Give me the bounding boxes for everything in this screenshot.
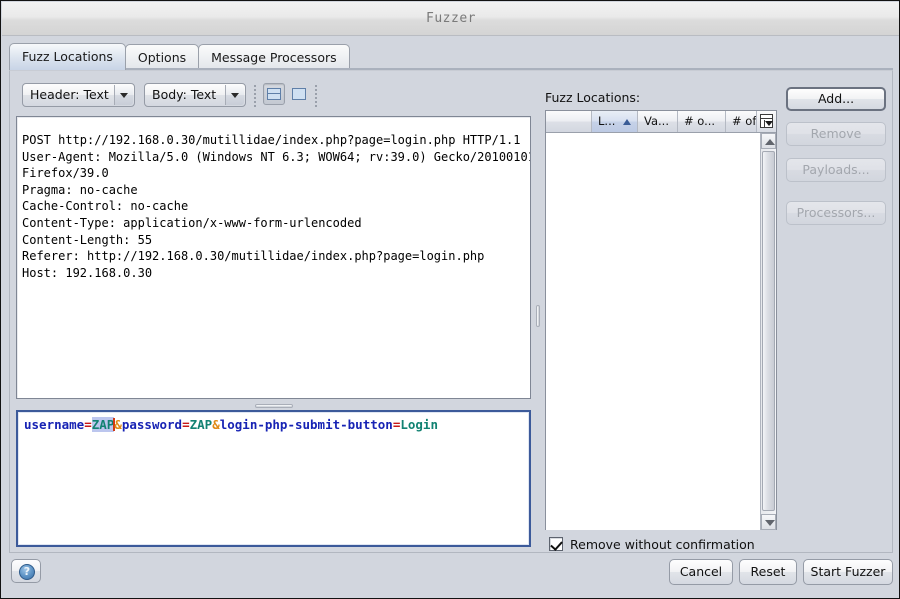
table-column-header-3[interactable]: # o...: [678, 111, 726, 132]
help-question-icon: [19, 564, 35, 580]
remove-without-confirmation-label: Remove without confirmation: [570, 537, 755, 552]
body-text-area[interactable]: username=ZAP&password=ZAP&login-php-subm…: [16, 410, 531, 547]
start-fuzzer-button[interactable]: Start Fuzzer: [803, 559, 893, 585]
fuzz-locations-label: Fuzz Locations:: [545, 90, 641, 105]
title-bar: Fuzzer: [2, 2, 899, 36]
button-label: Processors...: [796, 205, 876, 220]
reset-button[interactable]: Reset: [739, 559, 797, 585]
remove-without-confirmation-checkbox[interactable]: [549, 537, 563, 551]
body-token-7: ZAP: [189, 417, 213, 432]
horizontal-splitter-grip[interactable]: [255, 404, 293, 408]
tab-message-processors-label: Message Processors: [211, 50, 337, 65]
message-toolbar: Header: Text Body: Text: [16, 83, 531, 113]
single-view-icon[interactable]: [288, 83, 310, 105]
tab-fuzz-locations-label: Fuzz Locations: [22, 49, 113, 64]
body-view-combo-value: Body: Text: [152, 87, 217, 102]
scroll-up-arrow-icon[interactable]: [761, 133, 776, 149]
chevron-down-icon[interactable]: [114, 85, 133, 105]
help-button[interactable]: [11, 559, 41, 583]
body-token-5: password: [121, 417, 183, 432]
fuzz-locations-panel: Fuzz Locations: L... Va... # o... # of ... …: [543, 77, 888, 552]
table-body[interactable]: [546, 133, 760, 530]
body-token-4: &: [114, 417, 122, 432]
header-view-combo[interactable]: Header: Text: [22, 83, 135, 107]
button-label: Reset: [750, 564, 786, 579]
body-token-11: Login: [400, 417, 438, 432]
body-token-1: =: [84, 417, 92, 432]
button-label: Payloads...: [802, 162, 870, 177]
button-label: Cancel: [679, 564, 723, 579]
button-label: Start Fuzzer: [810, 564, 886, 579]
table-column-header-1[interactable]: L...: [592, 111, 638, 132]
body-token-9: login-php-submit-button: [219, 417, 393, 432]
body-view-combo[interactable]: Body: Text: [144, 83, 246, 107]
table-vertical-scrollbar[interactable]: [760, 133, 776, 530]
button-label: Add...: [817, 91, 855, 106]
table-column-header-label-2: Va...: [644, 114, 669, 128]
body-token-8: &: [212, 417, 220, 432]
payloads-button: Payloads...: [786, 158, 886, 182]
message-panel: Header: Text Body: Text POST http://192.…: [16, 77, 531, 547]
fuzz-locations-table[interactable]: L... Va... # o... # of ...: [545, 110, 777, 530]
body-token-6: =: [182, 417, 190, 432]
vertical-splitter-grip[interactable]: [536, 305, 540, 327]
tab-fuzz-locations[interactable]: Fuzz Locations: [9, 43, 126, 70]
scrollbar-thumb[interactable]: [762, 151, 775, 511]
sort-ascending-icon: [623, 119, 631, 125]
tab-strip: Fuzz Locations Options Message Processor…: [9, 43, 350, 70]
horizontal-splitter[interactable]: [16, 401, 531, 409]
dialog-footer: Cancel Reset Start Fuzzer: [2, 553, 899, 597]
table-column-header-0[interactable]: [546, 111, 592, 132]
window-title: Fuzzer: [426, 11, 476, 26]
content-frame: Header: Text Body: Text POST http://192.…: [9, 70, 893, 553]
fuzzer-dialog: Fuzzer Fuzz Locations Options Message Pr…: [0, 0, 900, 599]
table-header-row: L... Va... # o... # of ...: [546, 111, 776, 133]
tab-options-label: Options: [137, 50, 187, 65]
tab-message-processors[interactable]: Message Processors: [198, 44, 350, 70]
table-column-header-label-3: # o...: [684, 114, 716, 128]
header-view-combo-value: Header: Text: [30, 87, 109, 102]
remove-button: Remove: [786, 122, 886, 146]
header-text-content: POST http://192.168.0.30/mutillidae/inde…: [22, 133, 531, 280]
body-text-content: username=ZAP&password=ZAP&login-php-subm…: [24, 417, 438, 433]
scroll-down-arrow-icon[interactable]: [761, 514, 776, 530]
table-column-header-2[interactable]: Va...: [638, 111, 678, 132]
processors-button: Processors...: [786, 201, 886, 225]
tab-options[interactable]: Options: [124, 44, 200, 70]
body-token-0: username: [24, 417, 85, 432]
column-settings-icon[interactable]: [756, 111, 776, 132]
vertical-splitter[interactable]: [533, 77, 543, 547]
split-view-icon[interactable]: [263, 83, 285, 105]
body-token-2: ZAP: [91, 417, 115, 432]
add-button[interactable]: Add...: [786, 87, 886, 111]
header-text-area[interactable]: POST http://192.168.0.30/mutillidae/inde…: [16, 116, 531, 399]
toolbar-separator: [254, 85, 256, 107]
toolbar-separator: [315, 85, 317, 107]
button-label: Remove: [810, 126, 862, 141]
table-column-header-label-1: L...: [598, 114, 616, 128]
chevron-down-icon[interactable]: [225, 85, 244, 105]
cancel-button[interactable]: Cancel: [669, 559, 733, 585]
